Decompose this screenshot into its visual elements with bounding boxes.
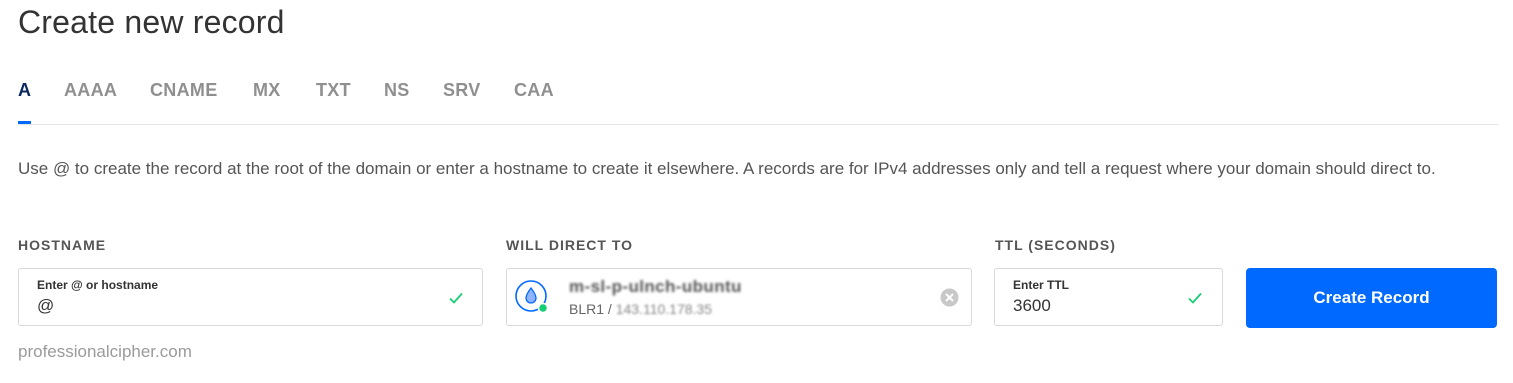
tab-ns[interactable]: NS	[384, 80, 410, 101]
resource-region: BLR1 /	[569, 301, 612, 317]
check-icon	[449, 292, 463, 304]
ttl-label: TTL (SECONDS)	[995, 237, 1116, 253]
clear-icon[interactable]	[940, 288, 959, 307]
page-title: Create new record	[18, 4, 285, 40]
direct-to-label: WILL DIRECT TO	[506, 237, 634, 253]
ttl-placeholder: Enter TTL	[1013, 278, 1069, 292]
tab-srv[interactable]: SRV	[443, 80, 481, 101]
tab-cname[interactable]: CNAME	[150, 80, 218, 101]
ttl-value[interactable]: 3600	[1013, 296, 1051, 316]
resource-name: m-sl-p-ulnch-ubuntu	[569, 277, 742, 296]
ttl-field[interactable]: Enter TTL 3600	[994, 268, 1223, 326]
create-record-button[interactable]: Create Record	[1246, 268, 1497, 328]
hostname-field[interactable]: Enter @ or hostname @	[18, 268, 483, 326]
resource-details: BLR1 / 143.110.178.35	[569, 301, 712, 317]
check-icon	[1188, 292, 1202, 304]
record-description: Use @ to create the record at the root o…	[18, 159, 1436, 178]
active-tab-indicator	[18, 121, 31, 124]
tab-a[interactable]: A	[18, 80, 31, 101]
tab-txt[interactable]: TXT	[316, 80, 351, 101]
tab-aaaa[interactable]: AAAA	[64, 80, 117, 101]
hostname-value[interactable]: @	[37, 296, 54, 316]
hostname-label: HOSTNAME	[18, 237, 107, 253]
watermark: professionalcipher.com	[18, 342, 192, 361]
tab-caa[interactable]: CAA	[514, 80, 554, 101]
record-type-tabs: A AAAA CNAME MX TXT NS SRV CAA	[18, 78, 1498, 125]
droplet-icon	[515, 280, 549, 314]
tab-mx[interactable]: MX	[253, 80, 281, 101]
direct-to-field[interactable]: m-sl-p-ulnch-ubuntu BLR1 / 143.110.178.3…	[506, 268, 972, 326]
hostname-placeholder: Enter @ or hostname	[37, 278, 159, 292]
resource-ip: 143.110.178.35	[615, 301, 712, 317]
